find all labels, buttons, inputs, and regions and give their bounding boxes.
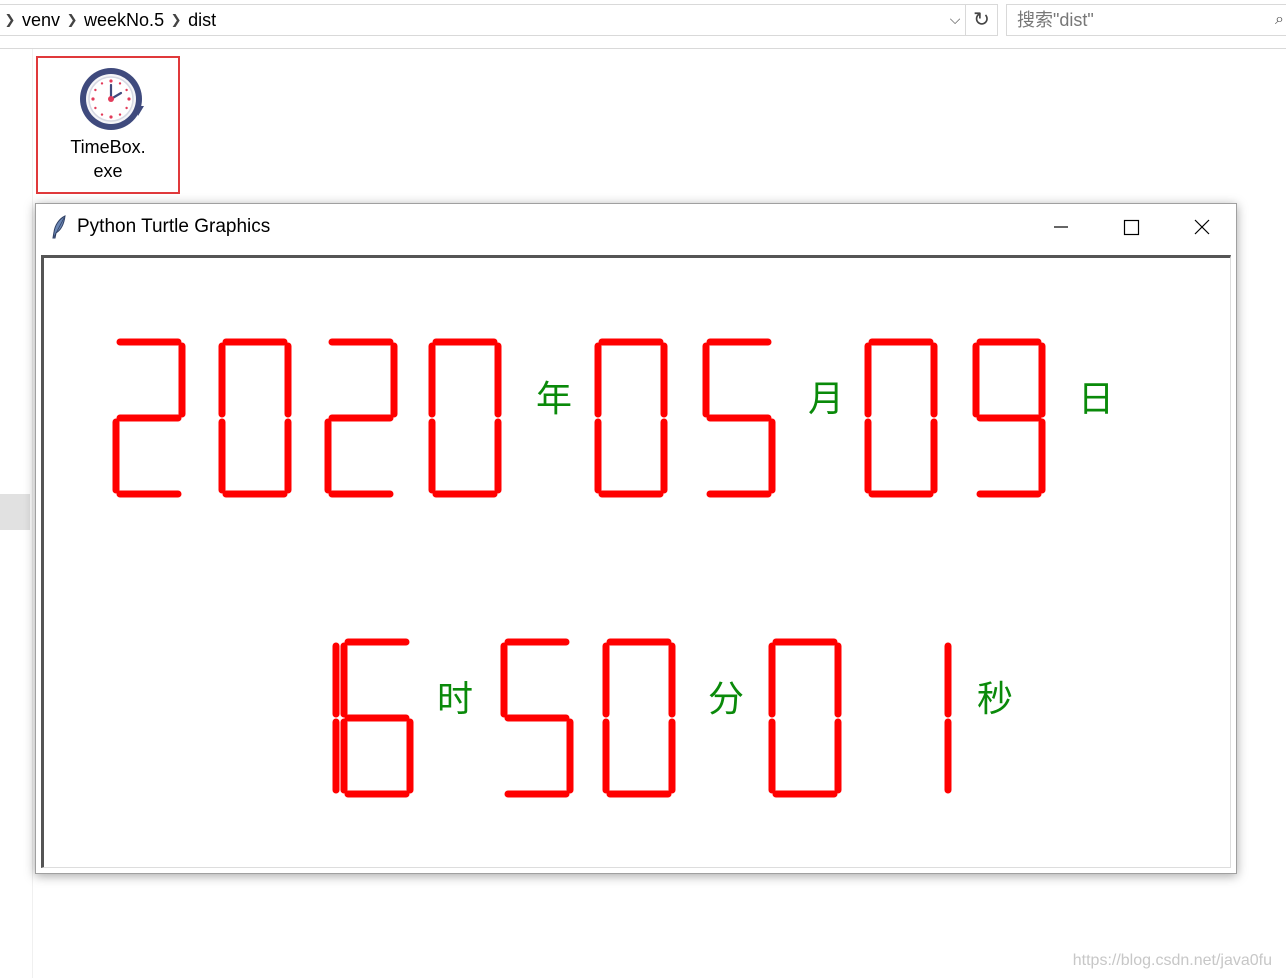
second-label: 秒 — [977, 679, 1014, 720]
breadcrumb-item-weekno5[interactable]: weekNo.5 — [82, 10, 166, 31]
day-digit-2 — [972, 338, 1046, 498]
minute-label: 分 — [708, 679, 745, 720]
minimize-button[interactable] — [1026, 204, 1096, 250]
month-label: 月 — [808, 379, 845, 420]
hour-digit-2 — [340, 638, 414, 798]
day-digit-1 — [864, 338, 938, 498]
year-digit-3 — [324, 338, 398, 498]
second-digit-1 — [768, 638, 842, 798]
chevron-right-icon[interactable]: ❯ — [0, 12, 20, 28]
seven-segment-display — [112, 338, 1046, 798]
clock-icon — [80, 68, 144, 130]
year-digit-2 — [218, 338, 292, 498]
close-button[interactable] — [1166, 204, 1236, 250]
maximize-icon — [1123, 219, 1140, 236]
turtle-window: Python Turtle Graphics 2020 05 09 16 50 … — [35, 203, 1237, 874]
breadcrumb-item-dist[interactable]: dist — [186, 10, 218, 31]
navigation-pane — [0, 49, 33, 978]
month-digit-1 — [594, 338, 668, 498]
maximize-button[interactable] — [1096, 204, 1166, 250]
address-bar: ❯ venv ❯ weekNo.5 ❯ dist ⌵ ↻ 搜索"dist" ⌕ — [0, 0, 1286, 49]
watermark: https://blog.csdn.net/java0fu — [1072, 952, 1272, 969]
search-input[interactable]: 搜索"dist" ⌕ — [1006, 4, 1286, 36]
breadcrumb-item-venv[interactable]: venv — [20, 10, 62, 31]
file-name: TimeBox.exe — [70, 137, 146, 181]
file-item-timebox[interactable]: TimeBox.exe — [36, 56, 180, 194]
minute-digit-2 — [602, 638, 676, 798]
chevron-right-icon[interactable]: ❯ — [62, 12, 82, 28]
close-icon — [1194, 219, 1210, 235]
breadcrumb[interactable]: ❯ venv ❯ weekNo.5 ❯ dist ⌵ — [0, 4, 966, 36]
refresh-button[interactable]: ↻ — [966, 4, 998, 36]
month-digit-2 — [702, 338, 776, 498]
year-digit-1 — [112, 338, 186, 498]
hour-label: 时 — [437, 679, 474, 720]
minute-digit-1 — [500, 638, 574, 798]
turtle-canvas[interactable]: 2020 05 09 16 50 01 年 月 日 时 分 秒 — [41, 255, 1231, 868]
chevron-down-icon[interactable]: ⌵ — [947, 11, 963, 29]
search-icon[interactable]: ⌕ — [1275, 5, 1284, 35]
window-title: Python Turtle Graphics — [77, 216, 271, 237]
feather-icon — [52, 215, 66, 239]
minimize-icon — [1054, 226, 1068, 228]
refresh-icon: ↻ — [973, 9, 990, 31]
year-label: 年 — [536, 379, 573, 420]
chevron-right-icon[interactable]: ❯ — [166, 12, 186, 28]
year-digit-4 — [428, 338, 502, 498]
day-label: 日 — [1078, 379, 1115, 420]
window-titlebar[interactable]: Python Turtle Graphics — [36, 204, 1236, 250]
nav-scrollbar-thumb[interactable] — [0, 494, 30, 530]
search-placeholder: 搜索"dist" — [1017, 10, 1094, 30]
